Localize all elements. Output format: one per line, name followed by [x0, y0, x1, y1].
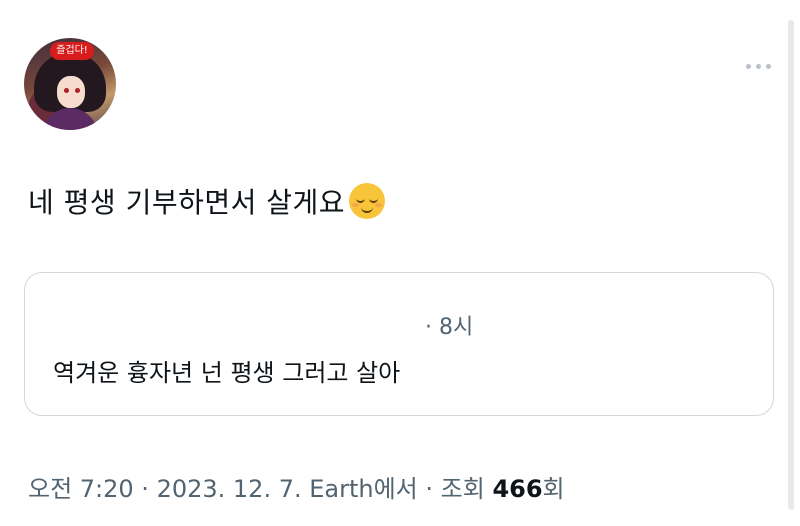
quoted-tweet-text: 역겨운 흉자년 넌 평생 그러고 살아: [53, 359, 401, 387]
avatar-eye: [64, 88, 69, 93]
quoted-tweet-time[interactable]: · 8시: [425, 309, 473, 341]
avatar[interactable]: 즐겁다!: [24, 38, 116, 130]
tweet-meta: 오전 7:20 · 2023. 12. 7. Earth에서 · 조회 466회: [28, 469, 565, 504]
dot: [765, 63, 771, 69]
dot: [745, 63, 751, 69]
tweet-text: 네 평생 기부하면서 살게요: [28, 183, 386, 223]
more-options-icon[interactable]: [740, 58, 776, 74]
tweet-body: 네 평생 기부하면서 살게요: [28, 186, 346, 219]
view-suffix: 회: [542, 475, 565, 503]
timestamp-and-source[interactable]: 오전 7:20 · 2023. 12. 7. Earth에서 · 조회: [28, 475, 492, 503]
avatar-eye: [75, 88, 80, 93]
quoted-tweet-card[interactable]: · 8시 역겨운 흉자년 넌 평생 그러고 살아: [24, 272, 774, 416]
view-count: 466: [492, 475, 543, 503]
avatar-face: [57, 76, 85, 108]
scrollbar[interactable]: [788, 20, 794, 510]
relieved-face-icon: [349, 183, 386, 219]
dot: [755, 63, 761, 69]
avatar-badge: 즐겁다!: [50, 42, 94, 60]
